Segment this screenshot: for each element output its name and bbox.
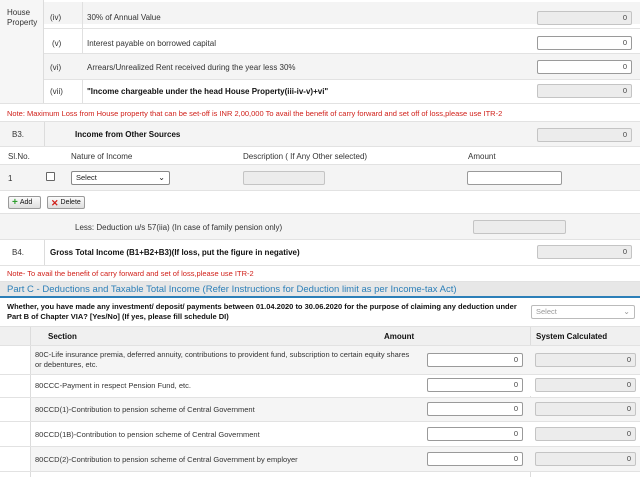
interest-payable-input[interactable]: 0 — [537, 36, 632, 50]
b4-code: B4. — [12, 248, 25, 257]
select-value: Select — [536, 307, 557, 316]
80ccd1b-system-input: 0 — [535, 427, 636, 441]
section-label: 80CCD(1)-Contribution to pension scheme … — [35, 405, 255, 414]
add-button[interactable]: + Add — [8, 196, 41, 209]
row-num: (v) — [52, 39, 62, 48]
row-checkbox[interactable] — [46, 172, 55, 181]
col-amount: Amount — [468, 152, 496, 161]
row-label: 30% of Annual Value — [87, 13, 161, 22]
gross-total-note: Note- To avail the benefit of carry forw… — [7, 269, 254, 278]
deduction-57-label: Less: Deduction u/s 57(iia) (In case of … — [75, 223, 283, 232]
chevron-down-icon: ⌄ — [158, 173, 165, 182]
col-amount: Amount — [384, 332, 415, 341]
delete-label: Delete — [60, 199, 81, 206]
deduction-57-input — [473, 220, 566, 234]
col-slno: Sl.No. — [8, 152, 30, 161]
80ccc-amount-input[interactable]: 0 — [427, 378, 523, 392]
chevron-down-icon: ⌄ — [623, 307, 630, 316]
col-nature-of-income: Nature of Income — [71, 152, 133, 161]
nature-of-income-select[interactable]: Select ⌄ — [71, 171, 170, 185]
row-label: Interest payable on borrowed capital — [87, 39, 216, 48]
row-label: Arrears/Unrealized Rent received during … — [87, 63, 296, 72]
80ccd2-amount-input[interactable]: 0 — [427, 452, 523, 466]
b4-title: Gross Total Income (B1+B2+B3)(If loss, p… — [50, 248, 300, 257]
row-label: "Income chargeable under the head House … — [87, 87, 329, 96]
80c-amount-input[interactable]: 0 — [427, 353, 523, 367]
table-row: 80CCD(1B)-Contribution to pension scheme… — [31, 422, 640, 446]
section-label: 80CCD(2)-Contribution to pension scheme … — [35, 455, 298, 464]
b3-title: Income from Other Sources — [75, 130, 181, 139]
house-property-note: Note: Maximum Loss from House property t… — [7, 109, 503, 118]
80ccd1b-amount-input[interactable]: 0 — [427, 427, 523, 441]
col-system-calculated: System Calculated — [536, 332, 608, 341]
section-label: 80CCC-Payment in respect Pension Fund, e… — [35, 381, 191, 390]
description-input[interactable] — [243, 171, 325, 185]
house-property-income-input: 0 — [537, 84, 632, 98]
80ccd2-system-input: 0 — [535, 452, 636, 466]
col-description: Description ( If Any Other selected) — [243, 152, 368, 161]
table-row: 80CCD(1)-Contribution to pension scheme … — [31, 398, 640, 421]
house-property-label: House Property — [7, 8, 38, 27]
80ccd1-amount-input[interactable]: 0 — [427, 402, 523, 416]
annual-value-30-input: 0 — [537, 11, 632, 25]
table-row: 1 Select ⌄ — [0, 165, 640, 190]
chapter-via-select[interactable]: Select ⌄ — [531, 305, 635, 319]
col-section: Section — [48, 332, 77, 341]
row-sl: 1 — [8, 174, 13, 183]
select-value: Select — [76, 173, 97, 182]
close-icon: ✕ — [51, 197, 59, 208]
section-label: 80CCD(1B)-Contribution to pension scheme… — [35, 430, 260, 439]
80ccd1-system-input: 0 — [535, 402, 636, 416]
delete-button[interactable]: ✕ Delete — [47, 196, 85, 209]
part-c-title: Part C - Deductions and Taxable Total In… — [7, 284, 457, 295]
80c-system-input: 0 — [535, 353, 636, 367]
part-c-header: Part C - Deductions and Taxable Total In… — [0, 282, 640, 297]
part-c-question: Whether, you have made any investment/ d… — [7, 302, 517, 321]
section-label: 80C-Life insurance premia, deferred annu… — [35, 350, 410, 369]
house-property-block: House Property (iv) 30% of Annual Value … — [0, 0, 640, 103]
table-row: 80CCC-Payment in respect Pension Fund, e… — [31, 375, 640, 396]
table-row: 80CCD(2)-Contribution to pension scheme … — [31, 447, 640, 471]
table-row: 80C-Life insurance premia, deferred annu… — [31, 346, 640, 374]
amount-input[interactable] — [467, 171, 562, 185]
arrears-rent-input[interactable]: 0 — [537, 60, 632, 74]
row-num: (iv) — [50, 13, 62, 22]
b4-value-input: 0 — [537, 245, 632, 259]
row-num: (vii) — [50, 87, 63, 96]
row-num: (vi) — [50, 63, 62, 72]
80ccc-system-input: 0 — [535, 378, 636, 392]
b3-code: B3. — [12, 130, 25, 139]
plus-icon: + — [12, 196, 18, 208]
b3-value-input: 0 — [537, 128, 632, 142]
add-label: Add — [19, 199, 33, 206]
